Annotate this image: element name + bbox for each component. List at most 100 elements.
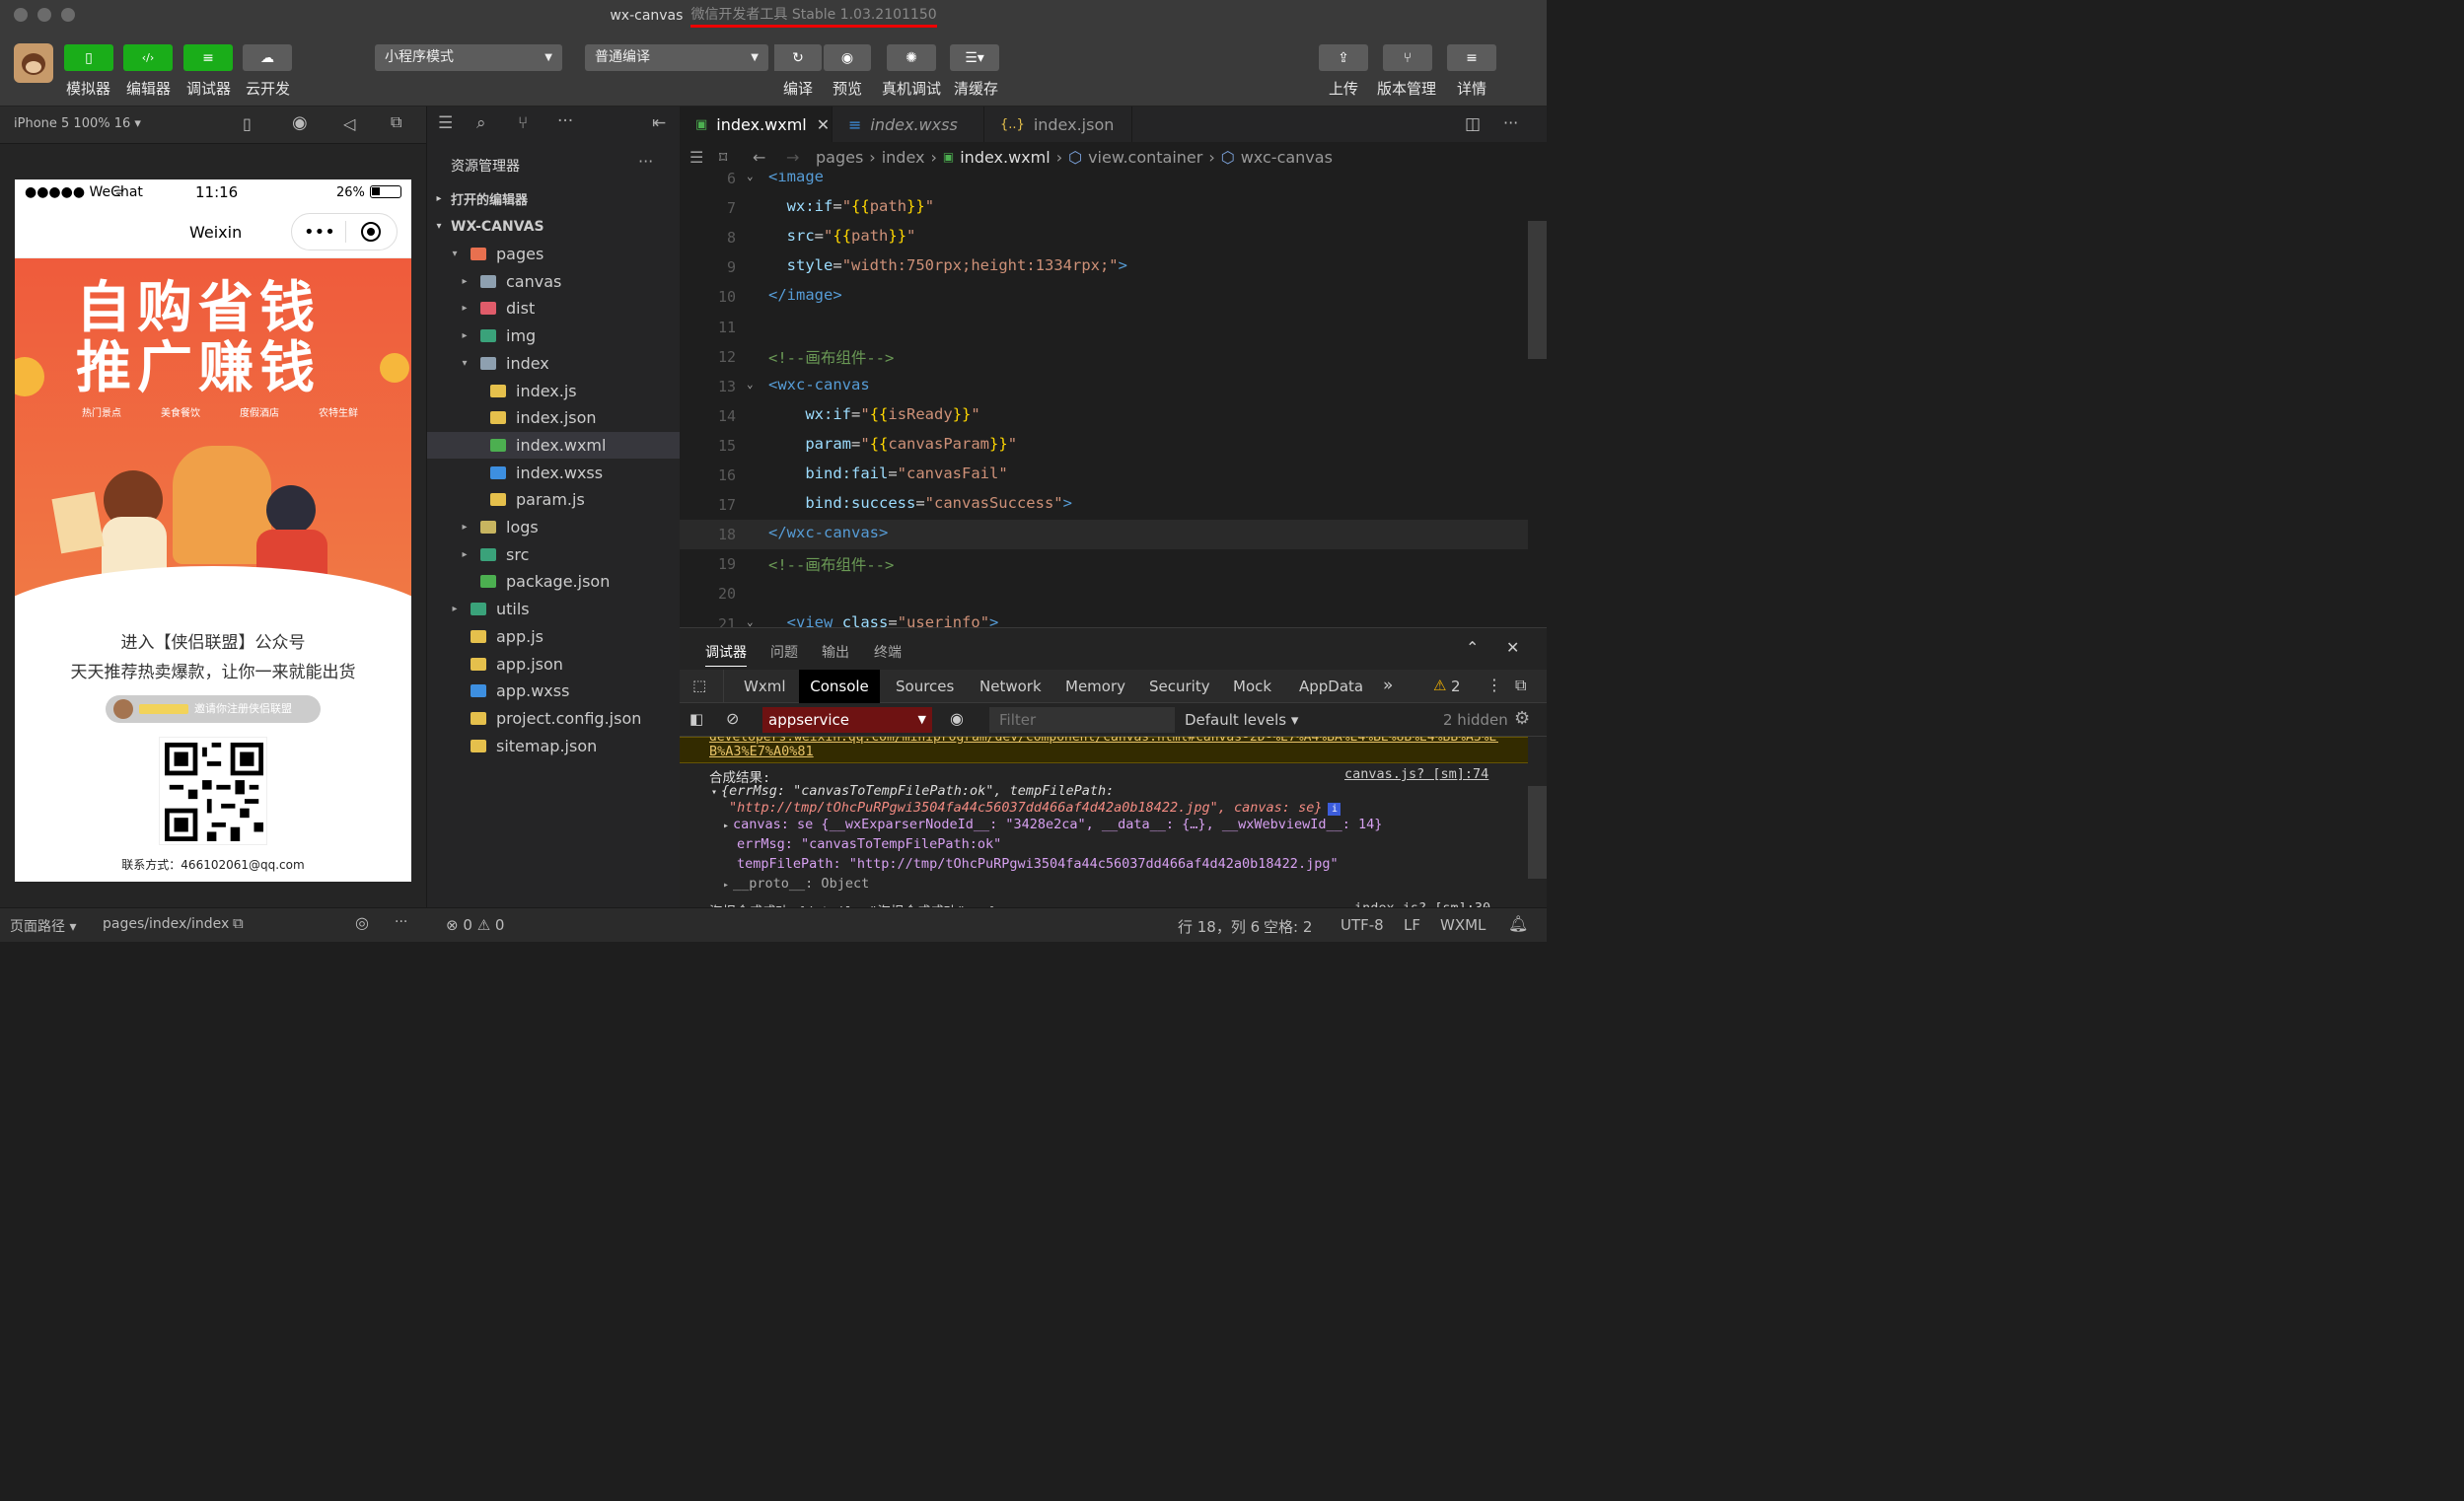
device-select[interactable]: iPhone 5 100% 16 ▾: [14, 116, 141, 131]
fold-icon[interactable]: ⌄: [747, 615, 754, 628]
log-canvas-prop[interactable]: ▸ canvas: se {__wxExparserNodeId__: "3428…: [723, 817, 1382, 832]
tree-item[interactable]: ▾ index: [427, 350, 680, 377]
log-object-summary[interactable]: ▾ {errMsg: "canvasToTempFilePath:ok", tem…: [711, 783, 1114, 799]
remote-debug-button[interactable]: ✺: [887, 44, 936, 71]
editor-button[interactable]: ‹/›: [123, 44, 173, 71]
tree-item[interactable]: ▸ img: [427, 322, 680, 349]
tab-console[interactable]: Console: [799, 670, 880, 703]
more-icon[interactable]: ···: [557, 111, 573, 131]
tree-item[interactable]: ▸ logs: [427, 514, 680, 540]
speaker-icon[interactable]: ◁: [343, 114, 355, 133]
crumb-pages[interactable]: pages: [816, 148, 863, 167]
problems-indicator[interactable]: ⊗ 0 ⚠ 0: [446, 916, 504, 934]
tree-item[interactable]: ▸ utils: [427, 596, 680, 622]
tab-memory[interactable]: Memory: [1065, 678, 1125, 695]
close-mini-icon[interactable]: [361, 222, 381, 242]
eye-icon[interactable]: ◎: [355, 913, 369, 932]
phone-icon[interactable]: ▯: [243, 114, 252, 133]
more-icon[interactable]: •••: [304, 222, 335, 243]
tree-item[interactable]: ▾ pages: [427, 241, 680, 267]
tab-wxml[interactable]: Wxml: [744, 678, 786, 695]
collapse-panel-icon[interactable]: ⇤: [652, 113, 666, 133]
tab-debugger[interactable]: 调试器: [705, 642, 747, 667]
warning-link-tail[interactable]: B%A3%E7%A0%81: [709, 744, 814, 759]
tree-item[interactable]: ▸ dist: [427, 295, 680, 322]
tree-item[interactable]: app.wxss: [427, 678, 680, 704]
tree-item[interactable]: sitemap.json: [427, 733, 680, 759]
warning-link[interactable]: developers.weixin.qq.com/miniprogram/dev…: [709, 737, 1498, 745]
upload-button[interactable]: ⇪: [1319, 44, 1368, 71]
details-button[interactable]: ≡: [1447, 44, 1496, 71]
tree-item[interactable]: param.js: [427, 486, 680, 513]
fold-icon[interactable]: ⌄: [747, 172, 754, 182]
tree-item[interactable]: ▸ canvas: [427, 268, 680, 295]
outline-icon[interactable]: ☰: [689, 148, 719, 167]
back-arrow-icon[interactable]: ←: [753, 148, 786, 167]
close-window-button[interactable]: [14, 8, 28, 22]
compile-button[interactable]: ↻: [774, 44, 822, 71]
zoom-window-button[interactable]: [61, 8, 75, 22]
compile-select[interactable]: 普通编译 ▼: [585, 44, 768, 71]
line-ending[interactable]: LF: [1404, 916, 1420, 934]
tree-item[interactable]: index.js: [427, 378, 680, 404]
tree-item[interactable]: package.json: [427, 568, 680, 595]
capsule-menu[interactable]: •••: [291, 213, 398, 250]
more-icon[interactable]: ···: [1503, 113, 1518, 132]
console-filter-input[interactable]: [989, 707, 1175, 733]
split-editor-icon[interactable]: ◫: [1465, 114, 1481, 134]
info-icon[interactable]: i: [1328, 803, 1341, 816]
more-tabs-button[interactable]: »: [1383, 676, 1393, 695]
language-mode[interactable]: WXML: [1440, 916, 1486, 934]
editor-scrollbar[interactable]: [1528, 221, 1547, 359]
minimize-window-button[interactable]: [37, 8, 51, 22]
open-editors-section[interactable]: ▸ 打开的编辑器: [427, 185, 680, 212]
chevron-up-icon[interactable]: ⌃: [1466, 638, 1479, 657]
tree-item[interactable]: app.json: [427, 651, 680, 678]
copy-icon[interactable]: ⧉: [233, 914, 244, 932]
search-icon[interactable]: ⌕: [476, 113, 486, 133]
git-icon[interactable]: ⑂: [518, 113, 528, 133]
windows-icon[interactable]: ⧉: [391, 112, 401, 132]
console-scrollbar[interactable]: [1528, 786, 1547, 879]
tree-item[interactable]: ▸ src: [427, 541, 680, 568]
project-section[interactable]: ▾ WX-CANVAS: [427, 213, 680, 240]
simulator-button[interactable]: ▯: [64, 44, 113, 71]
tab-index-json[interactable]: {..} index.json: [984, 107, 1132, 142]
tree-item[interactable]: index.wxss: [427, 460, 680, 486]
tree-item[interactable]: project.config.json: [427, 705, 680, 732]
crumb-view-container[interactable]: view.container: [1088, 148, 1202, 167]
crumb-file[interactable]: index.wxml: [960, 148, 1050, 167]
page-path-select[interactable]: 页面路径 ▾: [10, 916, 76, 936]
eye-icon[interactable]: ◉: [950, 709, 964, 728]
more-icon[interactable]: ···: [638, 152, 653, 171]
file-encoding[interactable]: UTF-8: [1341, 916, 1384, 934]
log-levels-select[interactable]: Default levels ▾: [1185, 711, 1298, 729]
log-source-link[interactable]: canvas.js? [sm]:74: [1344, 766, 1488, 782]
bell-icon[interactable]: 🔔︎: [1508, 914, 1528, 933]
tab-appdata[interactable]: AppData: [1299, 678, 1363, 695]
inspect-icon[interactable]: ⬚: [692, 677, 706, 694]
kebab-menu-icon[interactable]: ⋮: [1486, 676, 1502, 694]
tab-mock[interactable]: Mock: [1233, 678, 1271, 695]
sidebar-toggle-icon[interactable]: ◧: [689, 710, 703, 728]
gear-icon[interactable]: ⚙: [1514, 708, 1530, 729]
record-icon[interactable]: ◉: [292, 112, 308, 133]
context-select[interactable]: appservice ▼: [762, 707, 932, 733]
fold-icon[interactable]: ⌄: [747, 378, 754, 391]
tab-network[interactable]: Network: [979, 678, 1042, 695]
close-icon[interactable]: ✕: [1506, 638, 1519, 657]
clear-cache-button[interactable]: ☰▾: [950, 44, 999, 71]
tab-index-wxml[interactable]: ▣ index.wxml ✕: [680, 107, 833, 142]
cursor-position[interactable]: 行 18，列 6: [1178, 916, 1260, 937]
mode-select[interactable]: 小程序模式 ▼: [375, 44, 562, 71]
tree-item[interactable]: index.json: [427, 404, 680, 431]
close-icon[interactable]: ✕: [817, 115, 830, 134]
cloud-dev-button[interactable]: ☁: [243, 44, 292, 71]
indentation[interactable]: 空格: 2: [1264, 916, 1312, 937]
tab-index-wxss[interactable]: ≡ index.wxss: [833, 107, 984, 142]
crumb-index[interactable]: index: [882, 148, 925, 167]
tab-security[interactable]: Security: [1149, 678, 1210, 695]
warning-count[interactable]: 2: [1451, 678, 1461, 695]
preview-button[interactable]: ◉: [824, 44, 871, 71]
clear-console-icon[interactable]: ⊘: [726, 709, 739, 728]
